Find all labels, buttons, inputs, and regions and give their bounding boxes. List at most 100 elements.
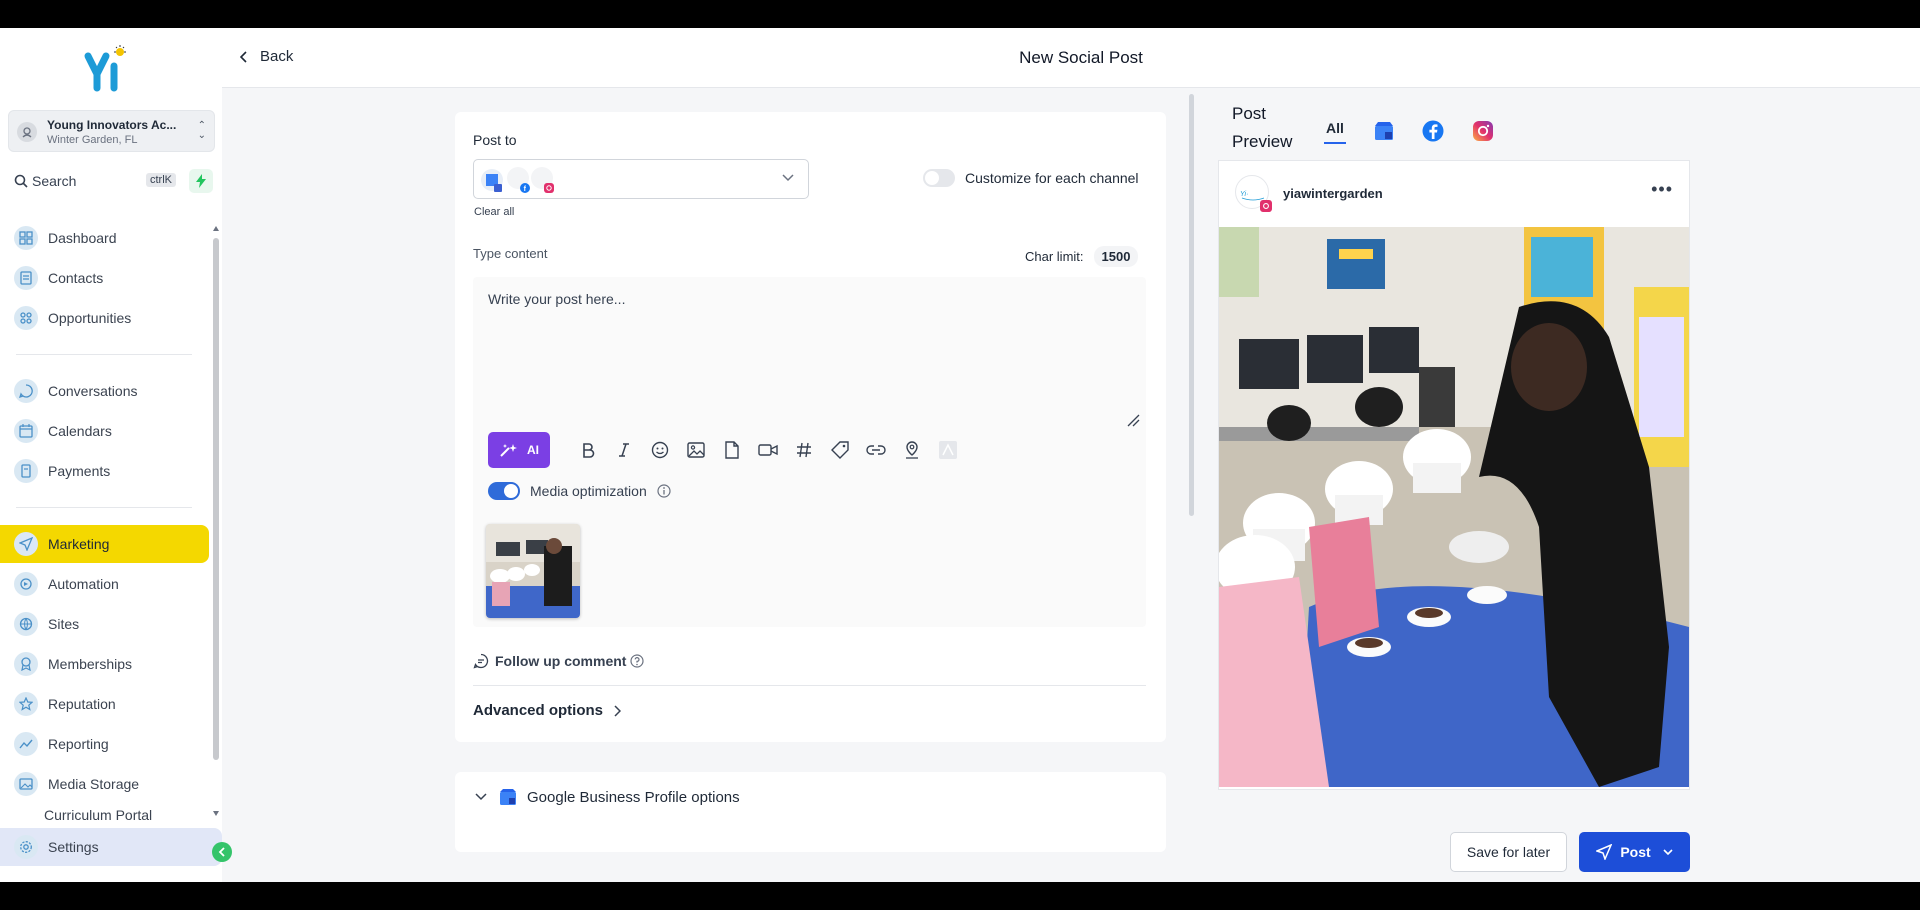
- sidebar-item-settings[interactable]: Settings: [0, 828, 222, 866]
- customize-switch[interactable]: [923, 169, 955, 187]
- media-optimization-toggle[interactable]: Media optimization: [488, 482, 671, 500]
- sidebar-item-label: Sites: [48, 616, 80, 632]
- hashtag-icon: [797, 442, 811, 458]
- media-optimization-switch[interactable]: [488, 482, 520, 500]
- comment-icon: [473, 653, 489, 669]
- calendar-icon: [14, 419, 38, 443]
- sidebar-item-label: Reporting: [48, 736, 109, 752]
- help-icon[interactable]: [630, 654, 645, 668]
- tab-all[interactable]: All: [1324, 118, 1346, 144]
- lightning-icon: [196, 174, 206, 188]
- chevron-left-icon: [240, 50, 247, 63]
- sidebar-item-payments[interactable]: Payments: [0, 452, 209, 490]
- emoji-button[interactable]: [642, 432, 678, 468]
- sidebar-item-opportunities[interactable]: Opportunities: [0, 299, 209, 337]
- tag-button[interactable]: [822, 432, 858, 468]
- section-divider: [473, 685, 1146, 686]
- preview-tabs: All: [1324, 118, 1522, 144]
- sidebar-item-media-storage[interactable]: Media Storage: [0, 765, 209, 803]
- sidebar-scroll-thumb[interactable]: [213, 238, 219, 760]
- sidebar-item-curriculum-portal[interactable]: Curriculum Portal: [0, 801, 209, 823]
- sidebar-item-label: Automation: [48, 576, 119, 592]
- post-label: Post: [1620, 844, 1651, 860]
- search-icon: [14, 174, 28, 188]
- template-icon: [939, 441, 957, 459]
- media-thumbnail[interactable]: [486, 524, 580, 618]
- tag-icon: [831, 441, 849, 459]
- chevron-up-down-icon: ⌃ ⌄: [197, 120, 206, 141]
- canva-button[interactable]: [930, 432, 966, 468]
- sidebar-divider: [16, 354, 192, 355]
- char-limit: Char limit: 1500: [1025, 246, 1139, 267]
- sidebar-item-dashboard[interactable]: Dashboard: [0, 219, 209, 257]
- clear-all-link[interactable]: Clear all: [474, 206, 514, 218]
- gbp-options-toggle[interactable]: Google Business Profile options: [475, 788, 740, 806]
- save-for-later-button[interactable]: Save for later: [1450, 832, 1567, 872]
- customize-label: Customize for each channel: [965, 170, 1139, 186]
- sidebar-item-sites[interactable]: Sites: [0, 605, 209, 643]
- account-switcher[interactable]: Young Innovators Ac... Winter Garden, FL…: [8, 110, 215, 152]
- preview-title-line: Post: [1232, 104, 1267, 123]
- customize-toggle[interactable]: Customize for each channel: [923, 169, 1139, 187]
- sidebar-item-conversations[interactable]: Conversations: [0, 372, 209, 410]
- italic-button[interactable]: [606, 432, 642, 468]
- more-options-icon[interactable]: •••: [1651, 179, 1673, 200]
- tab-instagram[interactable]: [1472, 118, 1494, 144]
- instagram-channel-avatar: [531, 167, 554, 193]
- composer-scrollbar[interactable]: [1189, 94, 1194, 516]
- location-pin-icon: [906, 441, 918, 459]
- search-button[interactable]: Search ctrlK: [8, 168, 178, 194]
- back-button[interactable]: Back: [240, 48, 293, 65]
- sidebar-item-automation[interactable]: Automation: [0, 565, 209, 603]
- sidebar-divider: [16, 507, 192, 508]
- sidebar-item-label: Curriculum Portal: [44, 807, 153, 823]
- post-content-input[interactable]: Write your post here...: [488, 291, 625, 307]
- chevron-down-icon: [475, 793, 487, 801]
- channel-picker[interactable]: f: [473, 159, 809, 199]
- chevron-down-icon: [782, 174, 794, 182]
- advanced-options-toggle[interactable]: Advanced options: [473, 702, 622, 719]
- location-icon: [17, 122, 37, 142]
- image-button[interactable]: [678, 432, 714, 468]
- post-to-label: Post to: [473, 132, 517, 148]
- hashtag-button[interactable]: [786, 432, 822, 468]
- app-window: Young Innovators Ac... Winter Garden, FL…: [0, 28, 1920, 882]
- resize-handle-icon[interactable]: [1126, 413, 1140, 427]
- bold-icon: [583, 443, 595, 458]
- tab-google-business[interactable]: [1374, 118, 1394, 144]
- bold-button[interactable]: [570, 432, 606, 468]
- send-icon: [14, 532, 38, 556]
- send-icon: [1596, 844, 1613, 860]
- info-icon[interactable]: [657, 484, 671, 498]
- follow-up-comment[interactable]: Follow up comment: [473, 653, 645, 669]
- post-editor[interactable]: Write your post here... AI Media optimiz…: [473, 277, 1146, 627]
- link-button[interactable]: [858, 432, 894, 468]
- sidebar-item-memberships[interactable]: Memberships: [0, 645, 209, 683]
- gear-icon: [14, 835, 38, 859]
- sidebar-item-reputation[interactable]: Reputation: [0, 685, 209, 723]
- composer-card: Post to f Clear all Customize for each c…: [455, 112, 1166, 742]
- file-button[interactable]: [714, 432, 750, 468]
- post-button[interactable]: Post: [1579, 832, 1690, 872]
- collapse-sidebar-button[interactable]: [212, 842, 232, 862]
- sidebar-item-marketing[interactable]: Marketing: [0, 525, 209, 563]
- ai-button[interactable]: AI: [488, 432, 550, 468]
- star-icon: [14, 692, 38, 716]
- preview-title-line: Preview: [1232, 132, 1293, 151]
- advanced-options-label: Advanced options: [473, 702, 604, 719]
- google-business-icon: [1374, 122, 1393, 140]
- svg-text:Yi·: Yi·: [1240, 191, 1248, 198]
- badge-icon: [14, 652, 38, 676]
- quick-action-button[interactable]: [189, 169, 213, 193]
- brand-logo[interactable]: [82, 44, 142, 94]
- sidebar-item-contacts[interactable]: Contacts: [0, 259, 209, 297]
- location-button[interactable]: [894, 432, 930, 468]
- chevron-right-icon: [614, 704, 622, 717]
- sidebar-item-label: Memberships: [48, 656, 133, 672]
- sidebar-item-calendars[interactable]: Calendars: [0, 412, 209, 450]
- sidebar-item-label: Settings: [48, 839, 99, 855]
- tab-facebook[interactable]: [1422, 118, 1444, 144]
- video-button[interactable]: [750, 432, 786, 468]
- sidebar-item-reporting[interactable]: Reporting: [0, 725, 209, 763]
- chevron-down-icon[interactable]: [1663, 848, 1673, 856]
